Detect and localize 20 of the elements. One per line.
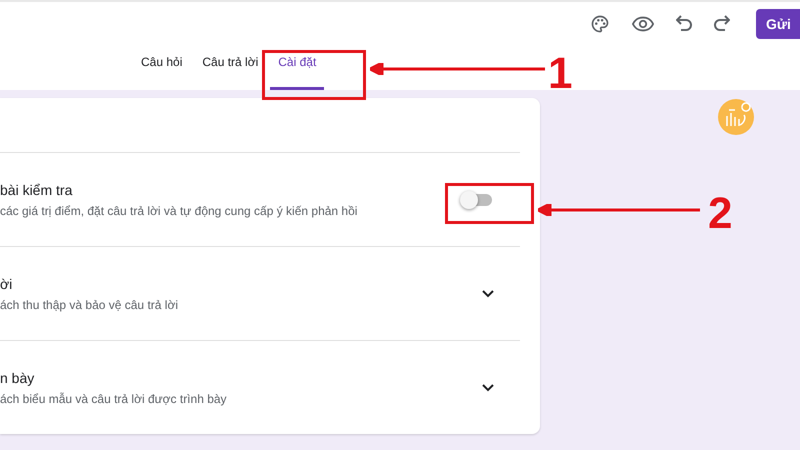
setting-title: n bày xyxy=(0,370,36,386)
setting-description: ách thu thập và bảo vệ câu trả lời xyxy=(0,298,178,312)
chevron-down-icon[interactable] xyxy=(482,290,494,298)
palette-icon[interactable] xyxy=(590,14,610,34)
tab[interactable]: Câu hỏi xyxy=(133,45,190,90)
tab[interactable]: Cài đặt xyxy=(270,45,324,90)
setting-title: ời xyxy=(0,276,14,292)
step-number: 2 xyxy=(708,192,732,236)
send-button[interactable]: Gửi xyxy=(756,8,800,38)
setting-title: bài kiểm tra xyxy=(0,182,74,198)
eye-icon[interactable] xyxy=(632,16,654,32)
undo-icon[interactable] xyxy=(676,14,692,32)
chart-badge-icon xyxy=(718,99,754,135)
chevron-down-icon[interactable] xyxy=(482,384,494,392)
redo-icon[interactable] xyxy=(714,14,730,32)
setting-description: các giá trị điểm, đặt câu trả lời và tự động cung cấp ý kiến phản hồi xyxy=(0,204,358,218)
toggle-switch[interactable] xyxy=(460,190,494,210)
step-number: 1 xyxy=(548,52,572,96)
tab[interactable]: Câu trả lời xyxy=(194,45,266,90)
setting-description: ách biểu mẫu và câu trả lời được trình bày xyxy=(0,392,227,406)
